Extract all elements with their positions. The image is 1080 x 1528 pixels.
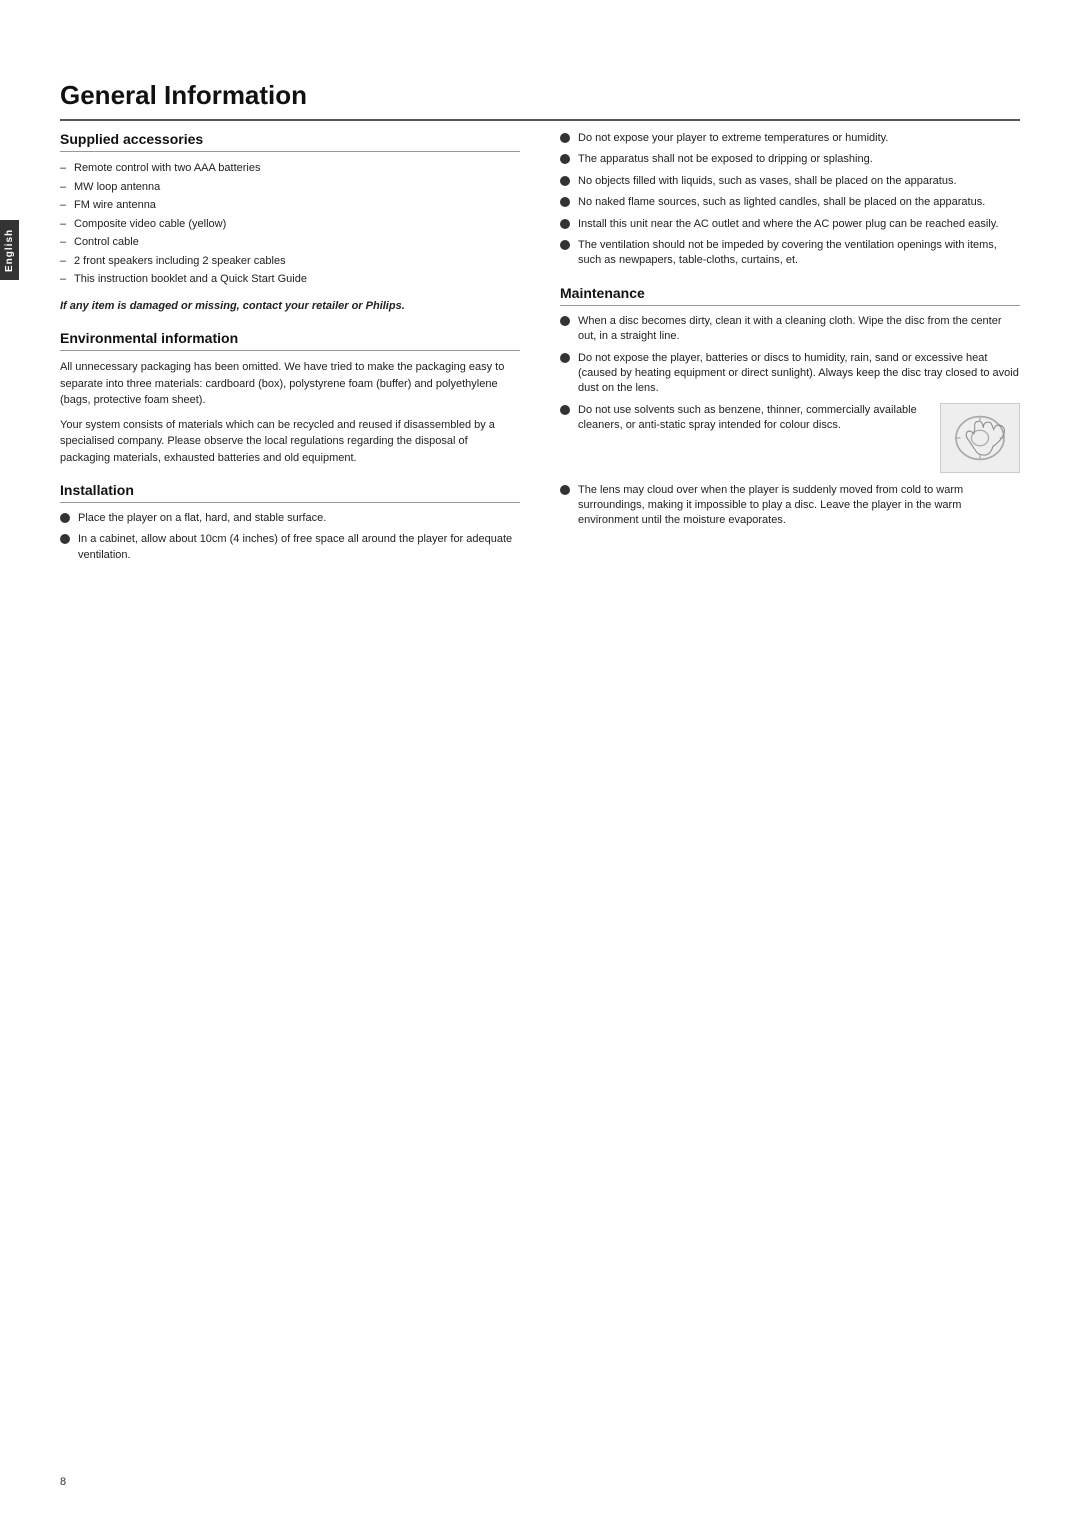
list-item: No objects filled with liquids, such as … xyxy=(560,174,1020,189)
lens-cleaning-image xyxy=(940,403,1020,473)
bullet-icon xyxy=(560,154,570,164)
right-column: Do not expose your player to extreme tem… xyxy=(560,131,1020,569)
bullet-icon xyxy=(560,176,570,186)
bullet-icon xyxy=(560,353,570,363)
left-column: Supplied accessories Remote control with… xyxy=(60,131,520,569)
maintenance-title: Maintenance xyxy=(560,285,1020,306)
page-title: General Information xyxy=(60,80,1020,121)
bullet-icon xyxy=(560,197,570,207)
list-item: The ventilation should not be impeded by… xyxy=(560,238,1020,269)
list-item: Do not expose the player, batteries or d… xyxy=(560,351,1020,397)
right-top-list: Do not expose your player to extreme tem… xyxy=(560,131,1020,269)
accessories-list: Remote control with two AAA batteries MW… xyxy=(60,160,520,288)
list-item: When a disc becomes dirty, clean it with… xyxy=(560,314,1020,345)
content-wrapper: Supplied accessories Remote control with… xyxy=(60,131,1020,569)
list-item: The apparatus shall not be exposed to dr… xyxy=(560,152,1020,167)
supplied-accessories-title: Supplied accessories xyxy=(60,131,520,152)
list-item: This instruction booklet and a Quick Sta… xyxy=(60,271,520,288)
bullet-icon xyxy=(560,133,570,143)
list-item: Do not expose your player to extreme tem… xyxy=(560,131,1020,146)
list-item: Composite video cable (yellow) xyxy=(60,216,520,233)
bullet-icon xyxy=(560,240,570,250)
list-item: Remote control with two AAA batteries xyxy=(60,160,520,177)
list-item: Install this unit near the AC outlet and… xyxy=(560,217,1020,232)
list-item: No naked flame sources, such as lighted … xyxy=(560,195,1020,210)
bullet-icon xyxy=(560,485,570,495)
page-number: 8 xyxy=(60,1476,66,1488)
list-item: Do not use solvents such as benzene, thi… xyxy=(560,403,1020,477)
list-item: MW loop antenna xyxy=(60,179,520,196)
environmental-para-1: All unnecessary packaging has been omitt… xyxy=(60,359,520,409)
bullet-icon xyxy=(560,405,570,415)
maintenance-list: When a disc becomes dirty, clean it with… xyxy=(560,314,1020,529)
environmental-para-2: Your system consists of materials which … xyxy=(60,417,520,467)
list-item: Control cable xyxy=(60,234,520,251)
bullet-icon xyxy=(60,534,70,544)
environmental-title: Environmental information xyxy=(60,330,520,351)
page: English General Information Supplied acc… xyxy=(0,0,1080,1528)
installation-title: Installation xyxy=(60,482,520,503)
bullet-icon xyxy=(560,219,570,229)
list-item: The lens may cloud over when the player … xyxy=(560,483,1020,529)
installation-list: Place the player on a flat, hard, and st… xyxy=(60,511,520,563)
list-item: In a cabinet, allow about 10cm (4 inches… xyxy=(60,532,520,563)
missing-notice: If any item is damaged or missing, conta… xyxy=(60,298,520,315)
bullet-icon xyxy=(60,513,70,523)
list-item: 2 front speakers including 2 speaker cab… xyxy=(60,253,520,270)
list-item: FM wire antenna xyxy=(60,197,520,214)
bullet-icon xyxy=(560,316,570,326)
sidebar-english-label: English xyxy=(0,220,19,280)
list-item: Place the player on a flat, hard, and st… xyxy=(60,511,520,526)
